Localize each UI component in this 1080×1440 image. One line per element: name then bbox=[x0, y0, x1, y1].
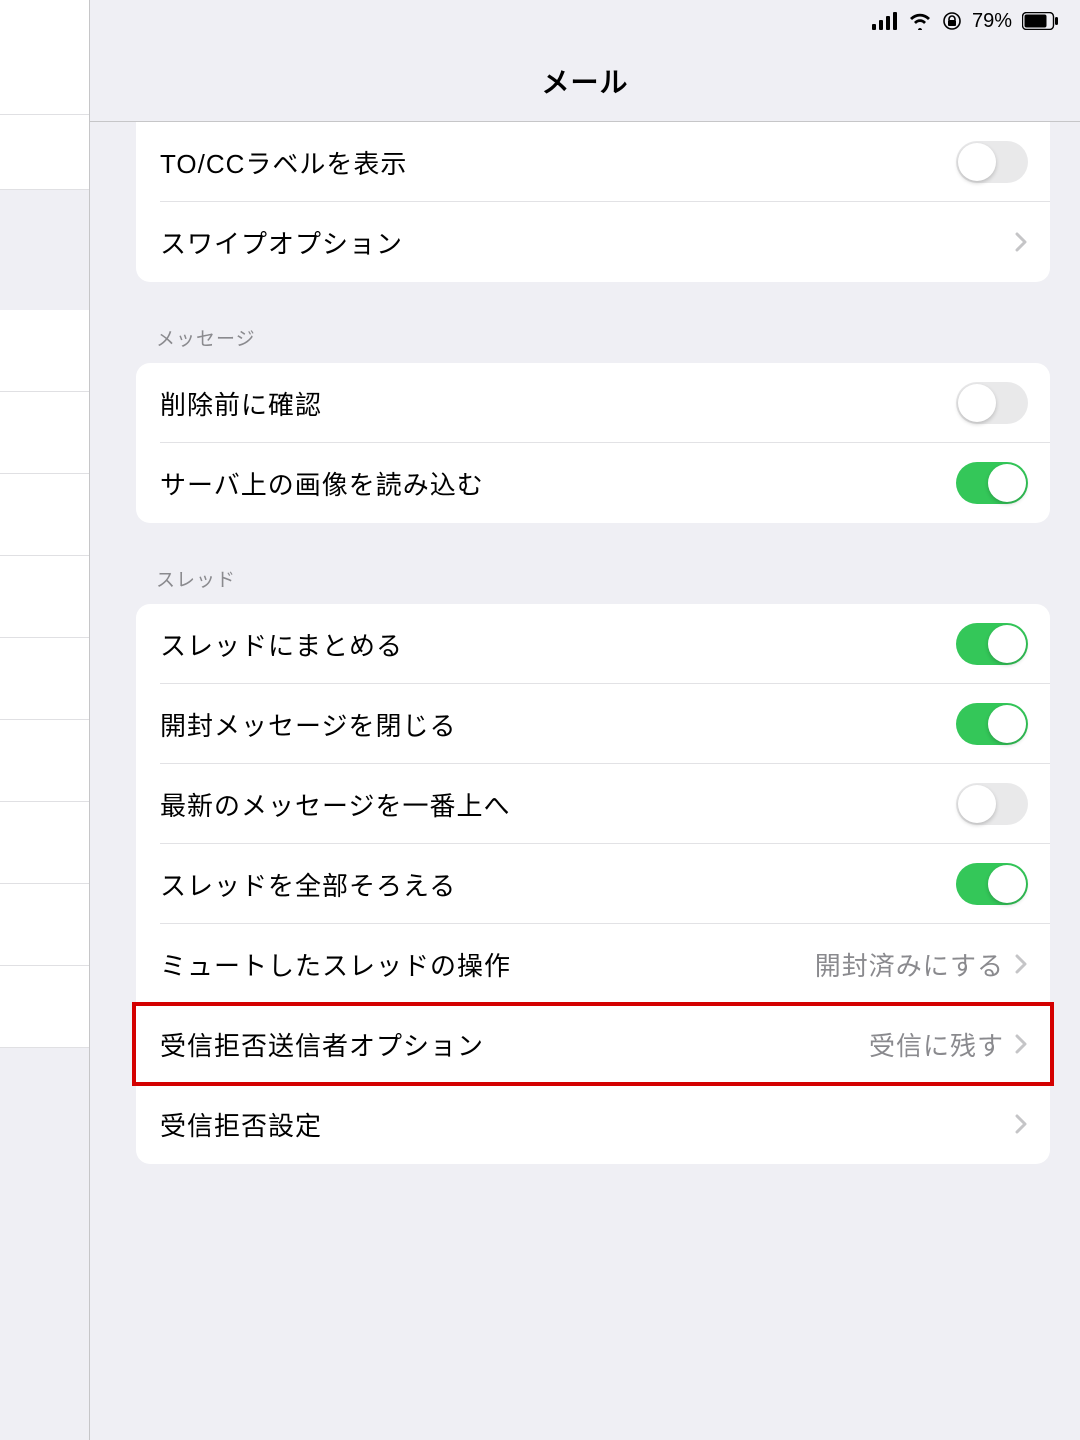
cell-label: 最新のメッセージを一番上へ bbox=[160, 786, 956, 823]
chevron-right-icon bbox=[1014, 231, 1028, 253]
chevron-right-icon bbox=[1014, 1033, 1028, 1055]
sidebar-row[interactable] bbox=[0, 638, 89, 720]
sidebar-row[interactable] bbox=[0, 556, 89, 638]
organize-by-thread-cell[interactable]: スレッドにまとめる bbox=[136, 604, 1050, 684]
newest-on-top-cell[interactable]: 最新のメッセージを一番上へ bbox=[136, 764, 1050, 844]
cell-label: スレッドにまとめる bbox=[160, 626, 956, 663]
newest-on-top-switch[interactable] bbox=[956, 783, 1028, 825]
group-header-message: メッセージ bbox=[136, 324, 1050, 363]
confirm-before-delete-switch[interactable] bbox=[956, 382, 1028, 424]
settings-group-thread: スレッドにまとめる 開封メッセージを閉じる 最新のメッセージを一番上へ スレッド… bbox=[136, 604, 1050, 1164]
sidebar-row[interactable] bbox=[0, 115, 89, 190]
confirm-before-delete-cell[interactable]: 削除前に確認 bbox=[136, 363, 1050, 443]
tocc-label-switch[interactable] bbox=[956, 141, 1028, 183]
cell-label: ミュートしたスレッドの操作 bbox=[160, 946, 815, 983]
group-header-thread: スレッド bbox=[136, 565, 1050, 604]
collapse-read-switch[interactable] bbox=[956, 703, 1028, 745]
cell-label: スレッドを全部そろえる bbox=[160, 866, 956, 903]
blocked-settings-cell[interactable]: 受信拒否設定 bbox=[136, 1084, 1050, 1164]
blocked-sender-options-cell[interactable]: 受信拒否送信者オプション 受信に残す bbox=[136, 1004, 1050, 1084]
cell-detail-value: 受信に残す bbox=[869, 1026, 1004, 1063]
cell-label: 受信拒否送信者オプション bbox=[160, 1026, 869, 1063]
page-header: メール bbox=[90, 0, 1080, 122]
page-title: メール bbox=[541, 61, 628, 101]
cell-label: 受信拒否設定 bbox=[160, 1106, 1014, 1143]
muted-thread-action-cell[interactable]: ミュートしたスレッドの操作 開封済みにする bbox=[136, 924, 1050, 1004]
load-remote-images-switch[interactable] bbox=[956, 462, 1028, 504]
cell-detail-value: 開封済みにする bbox=[815, 946, 1004, 983]
cell-label: 削除前に確認 bbox=[160, 385, 956, 422]
settings-scroll[interactable]: TO/CCラベルを表示 スワイプオプション メッセージ 削除前に確認 サーバ上の… bbox=[90, 122, 1080, 1164]
cell-label: 開封メッセージを閉じる bbox=[160, 706, 956, 743]
settings-group-message: 削除前に確認 サーバ上の画像を読み込む bbox=[136, 363, 1050, 523]
sidebar-row[interactable] bbox=[0, 802, 89, 884]
sidebar-row[interactable] bbox=[0, 310, 89, 392]
tocc-label-toggle-cell[interactable]: TO/CCラベルを表示 bbox=[136, 122, 1050, 202]
chevron-right-icon bbox=[1014, 953, 1028, 975]
collapse-read-cell[interactable]: 開封メッセージを閉じる bbox=[136, 684, 1050, 764]
sidebar-row[interactable] bbox=[0, 392, 89, 474]
swipe-options-cell[interactable]: スワイプオプション bbox=[136, 202, 1050, 282]
load-remote-images-cell[interactable]: サーバ上の画像を読み込む bbox=[136, 443, 1050, 523]
sidebar-row[interactable] bbox=[0, 0, 89, 115]
sidebar-row[interactable] bbox=[0, 884, 89, 966]
cell-label: サーバ上の画像を読み込む bbox=[160, 465, 956, 502]
sidebar-row[interactable] bbox=[0, 720, 89, 802]
cell-label: スワイプオプション bbox=[160, 224, 1014, 261]
complete-threads-switch[interactable] bbox=[956, 863, 1028, 905]
settings-group-top: TO/CCラベルを表示 スワイプオプション bbox=[136, 122, 1050, 282]
sidebar-fragment bbox=[0, 0, 90, 1440]
cell-label: TO/CCラベルを表示 bbox=[160, 144, 956, 181]
chevron-right-icon bbox=[1014, 1113, 1028, 1135]
sidebar-row[interactable] bbox=[0, 474, 89, 556]
sidebar-row[interactable] bbox=[0, 966, 89, 1048]
organize-by-thread-switch[interactable] bbox=[956, 623, 1028, 665]
complete-threads-cell[interactable]: スレッドを全部そろえる bbox=[136, 844, 1050, 924]
